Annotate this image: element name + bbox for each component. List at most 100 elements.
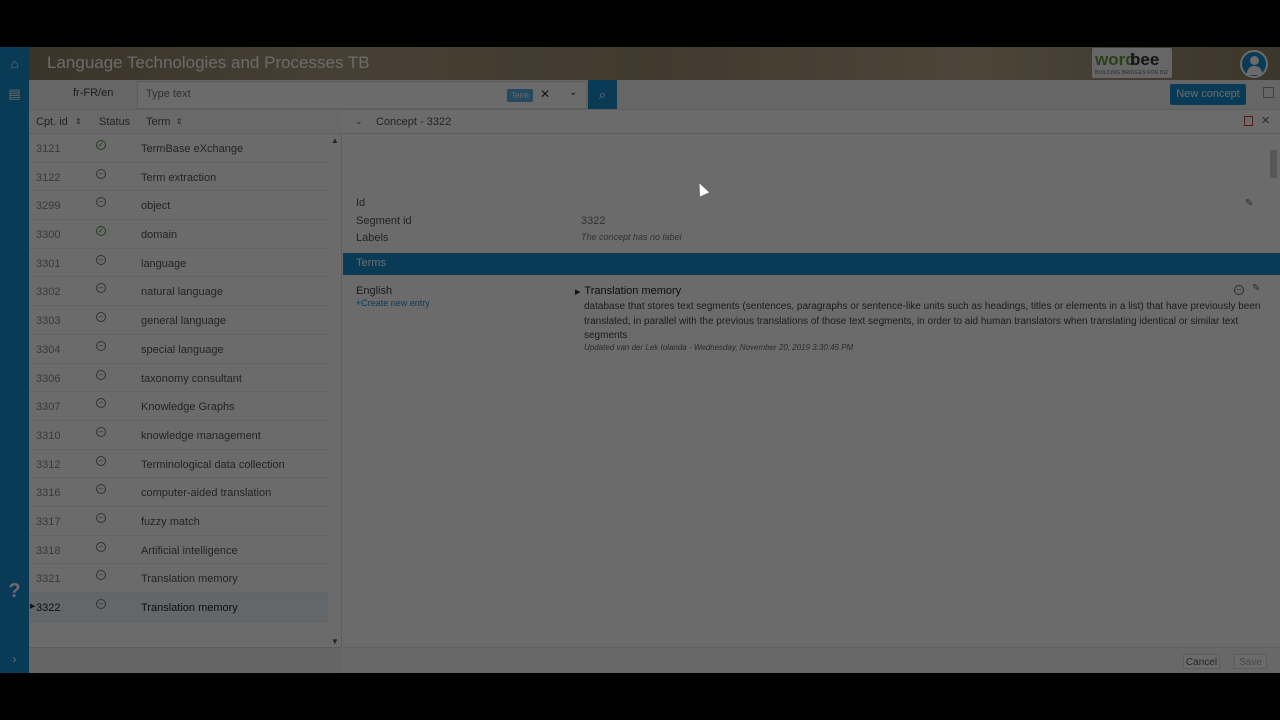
list-scrollbar[interactable]: ▲ ▼ <box>330 134 340 647</box>
row-concept-id: 3321 <box>36 573 61 586</box>
table-row[interactable]: 3299 – object <box>29 191 328 221</box>
table-row[interactable]: 3301 – language <box>29 249 328 278</box>
minus-circle-icon: – <box>96 599 106 609</box>
close-icon[interactable]: ✕ <box>1261 114 1270 127</box>
row-term: computer-aided translation <box>141 487 272 500</box>
expand-icon[interactable]: › <box>0 647 29 673</box>
table-row[interactable]: 3122 – Term extraction <box>29 163 328 192</box>
row-concept-id: 3121 <box>36 143 61 155</box>
row-term: general language <box>141 315 227 328</box>
delete-icon[interactable] <box>1244 116 1253 126</box>
minus-circle-icon: – <box>96 197 106 208</box>
language-pair-selector[interactable]: fr-FR/en <box>73 87 113 99</box>
table-row[interactable]: 3318 – Artificial intelligence <box>29 536 328 565</box>
column-header-term[interactable]: Term <box>146 116 170 128</box>
user-avatar[interactable] <box>1240 50 1268 78</box>
table-row[interactable]: ▶ 3322 – Translation memory <box>29 593 328 622</box>
minus-circle-icon: – <box>96 312 106 323</box>
minus-circle-icon: – <box>96 168 106 179</box>
detail-header: ⌄ Concept - 3322 ✕ <box>343 110 1280 134</box>
table-row[interactable]: 3303 – general language <box>29 306 328 335</box>
left-rail: ⌂ ▤ ? <box>0 47 29 673</box>
table-row[interactable]: 3317 – fuzzy match <box>29 507 328 536</box>
detail-scrollbar[interactable] <box>1268 136 1278 250</box>
table-row[interactable]: 3316 – computer-aided translation <box>29 478 328 507</box>
home-icon[interactable]: ⌂ <box>0 56 29 71</box>
new-concept-button[interactable]: New concept <box>1170 84 1246 105</box>
minus-circle-icon: – <box>96 426 106 437</box>
row-term: TermBase eXchange <box>141 143 244 155</box>
concept-detail: ⌄ Concept - 3322 ✕ Id Segment id 3322 La… <box>343 110 1280 647</box>
column-header-status[interactable]: Status <box>99 116 130 128</box>
table-row[interactable]: 3304 – special language <box>29 335 328 364</box>
edit-term-icon[interactable]: ✎ <box>1252 283 1260 294</box>
table-row[interactable]: 3312 – Terminological data collection <box>29 450 328 479</box>
row-term: Translation memory <box>141 573 238 586</box>
cancel-button[interactable]: Cancel <box>1183 654 1220 669</box>
table-row[interactable]: 3302 – natural language <box>29 277 328 307</box>
scroll-down-icon[interactable]: ▼ <box>331 637 339 646</box>
table-row[interactable]: 3321 – Translation memory <box>29 564 328 593</box>
row-term: Artificial intelligence <box>141 544 238 557</box>
edit-icon[interactable]: ✎ <box>1245 198 1253 209</box>
app-title: Language Technologies and Processes TB <box>47 53 370 72</box>
field-value-labels: The concept has no label <box>581 232 682 242</box>
minus-circle-icon: – <box>96 512 106 523</box>
logo-word-b: bee <box>1130 50 1160 69</box>
logo-tagline: BUILDING BRIDGES FOR BIZ <box>1095 70 1169 76</box>
check-circle-icon: ✓ <box>96 226 106 237</box>
detail-title: Concept - 3322 <box>376 116 452 128</box>
row-term: Terminological data collection <box>141 458 285 471</box>
search-button[interactable]: ⌕ <box>588 80 617 109</box>
list-header: Cpt. id ⇕ Status Term ⇕ <box>29 110 342 134</box>
table-row[interactable]: 3300 ✓ domain <box>29 220 328 249</box>
column-header-concept-id[interactable]: Cpt. id <box>36 116 68 128</box>
minus-circle-icon: – <box>96 283 106 294</box>
field-label-labels: Labels <box>356 232 389 244</box>
collapse-icon[interactable]: ⌄ <box>355 116 363 127</box>
sort-icon[interactable]: ⇕ <box>176 117 183 126</box>
app-window: ⌂ ▤ ? Language Technologies and Processe… <box>0 47 1280 673</box>
expand-triangle-icon[interactable]: ▶ <box>575 289 580 296</box>
row-concept-id: 3122 <box>36 171 61 184</box>
table-row[interactable]: 3307 – Knowledge Graphs <box>29 392 328 421</box>
check-circle-icon: ✓ <box>96 140 106 150</box>
row-concept-id: 3304 <box>36 343 61 356</box>
table-row[interactable]: 3310 – knowledge management <box>29 421 328 450</box>
minus-circle-icon[interactable]: – <box>1234 285 1244 295</box>
sort-icon[interactable]: ⇕ <box>75 117 82 126</box>
search-field-badge[interactable]: Term <box>507 89 533 102</box>
help-icon[interactable]: ? <box>0 580 29 603</box>
book-icon[interactable]: ▤ <box>0 86 29 102</box>
clear-search-icon[interactable]: ✕ <box>540 87 550 101</box>
row-concept-id: 3301 <box>36 257 61 270</box>
selected-row-arrow-icon: ▶ <box>30 603 36 610</box>
detail-footer: Cancel Save <box>343 647 1280 673</box>
panel-layout-icon[interactable] <box>1263 87 1274 98</box>
minus-circle-icon: – <box>96 340 106 351</box>
row-concept-id: 3306 <box>36 372 61 385</box>
row-concept-id: 3299 <box>36 200 61 213</box>
search-input[interactable] <box>146 88 486 100</box>
create-entry-label: Create new entry <box>361 298 430 308</box>
term-entry[interactable]: ▶ Translation memory <box>575 285 681 297</box>
table-row[interactable]: 3121 ✓ TermBase eXchange <box>29 134 328 163</box>
scroll-thumb[interactable] <box>1270 150 1277 178</box>
row-term: fuzzy match <box>141 515 200 528</box>
table-row[interactable]: 3306 – taxonomy consultant <box>29 364 328 393</box>
create-entry-link[interactable]: +Create new entry <box>356 298 430 308</box>
terms-section-header: Terms <box>343 253 1280 275</box>
minus-circle-icon: – <box>96 254 106 265</box>
row-term: taxonomy consultant <box>141 372 242 385</box>
chevron-down-icon[interactable]: ⌄ <box>569 87 577 98</box>
save-button[interactable]: Save <box>1234 654 1267 669</box>
minus-circle-icon: – <box>96 484 106 495</box>
row-concept-id: 3322 <box>36 602 61 614</box>
scroll-up-icon[interactable]: ▲ <box>331 136 339 145</box>
row-concept-id: 3303 <box>36 315 61 328</box>
row-term: natural language <box>141 286 223 299</box>
list-footer <box>29 647 342 673</box>
row-concept-id: 3302 <box>36 286 61 299</box>
terms-section-title: Terms <box>356 257 386 269</box>
minus-circle-icon: – <box>96 369 106 380</box>
